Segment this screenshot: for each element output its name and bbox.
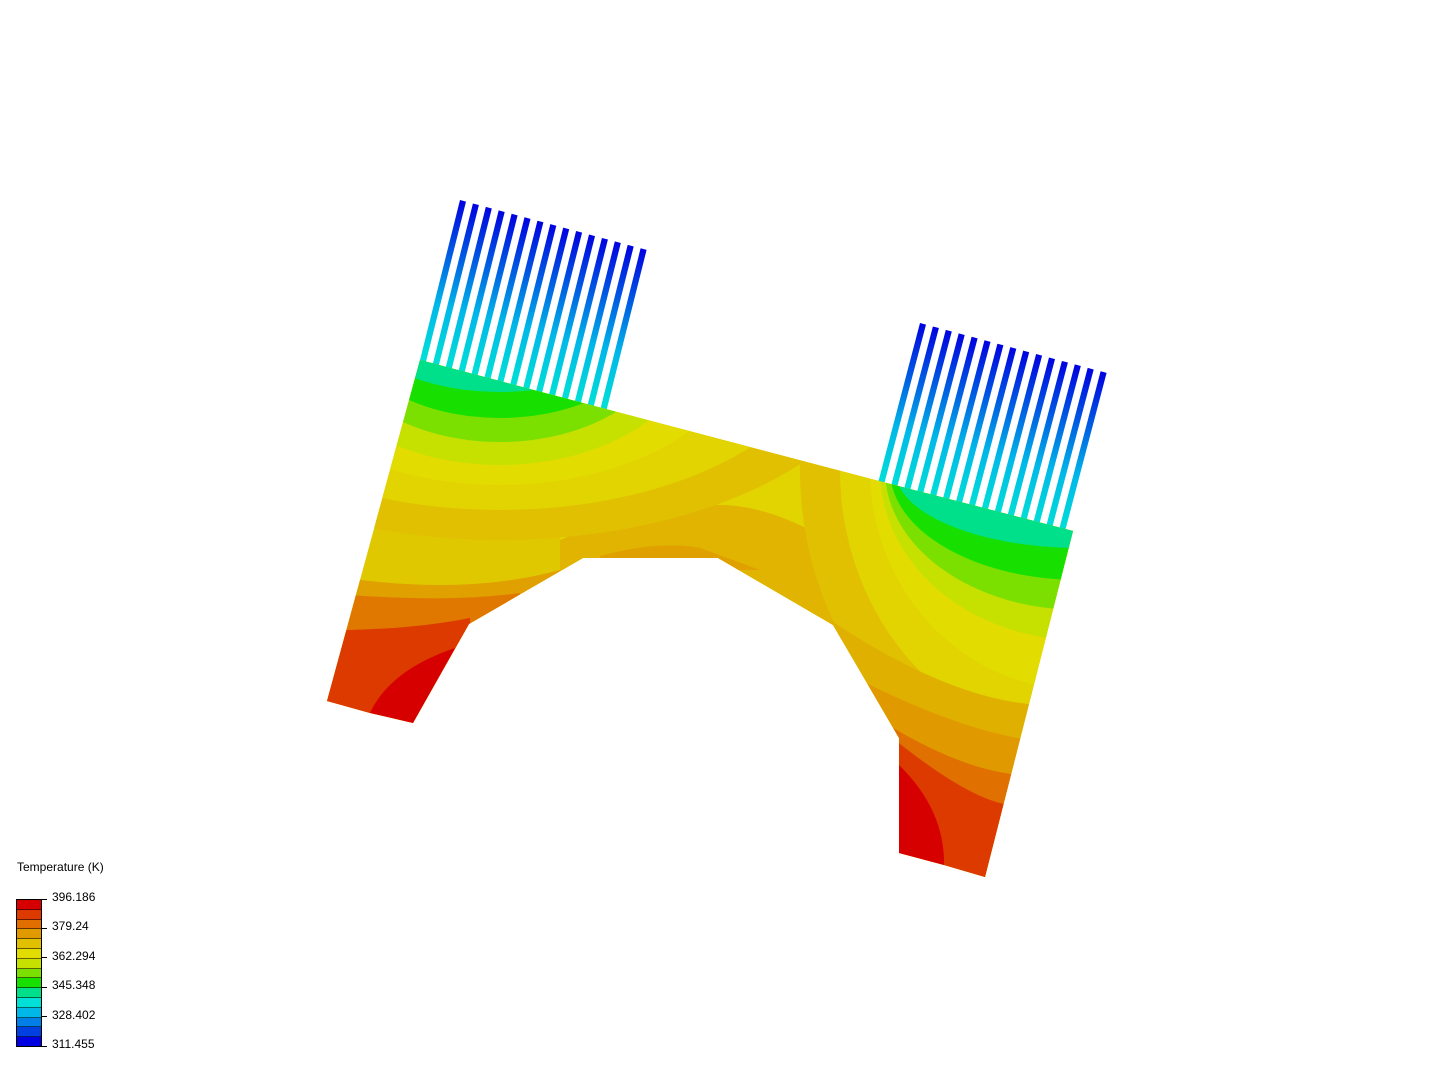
legend-color-band bbox=[17, 939, 41, 949]
left-hot-bands bbox=[327, 570, 560, 877]
heatsink-body bbox=[327, 360, 1073, 877]
legend-tick bbox=[42, 899, 47, 900]
legend-tick bbox=[42, 987, 47, 988]
legend-label-max: 396.186 bbox=[52, 890, 96, 904]
legend-tick bbox=[42, 1016, 47, 1017]
legend-color-band bbox=[17, 1007, 41, 1018]
heatsink-temperature-model bbox=[327, 200, 1107, 877]
legend-title: Temperature (K) bbox=[17, 860, 104, 874]
legend-color-band bbox=[17, 1037, 41, 1046]
legend-label: 345.348 bbox=[52, 978, 96, 992]
legend-color-band bbox=[17, 909, 41, 920]
legend-colorbar bbox=[16, 899, 42, 1047]
legend-color-band bbox=[17, 968, 41, 979]
legend-tick bbox=[42, 957, 47, 958]
legend-color-band bbox=[17, 958, 41, 969]
legend-color-band bbox=[17, 919, 41, 930]
legend-label-min: 311.455 bbox=[52, 1037, 95, 1051]
legend-label: 379.24 bbox=[52, 919, 89, 933]
legend-color-band bbox=[17, 997, 41, 1008]
legend-color-band bbox=[17, 978, 41, 989]
legend-tick bbox=[42, 1046, 47, 1047]
legend-color-band bbox=[17, 988, 41, 998]
legend-label: 328.402 bbox=[52, 1008, 96, 1022]
legend-color-band bbox=[17, 900, 41, 910]
legend-label: 362.294 bbox=[52, 949, 96, 963]
legend-color-band bbox=[17, 1017, 41, 1028]
legend-color-band bbox=[17, 1027, 41, 1038]
3d-viewport[interactable] bbox=[0, 0, 1440, 1080]
legend-tick bbox=[42, 928, 47, 929]
legend-color-band bbox=[17, 929, 41, 940]
temperature-legend: Temperature (K) 396.186 379.24 362.294 3… bbox=[0, 850, 140, 1070]
legend-color-band bbox=[17, 948, 41, 959]
